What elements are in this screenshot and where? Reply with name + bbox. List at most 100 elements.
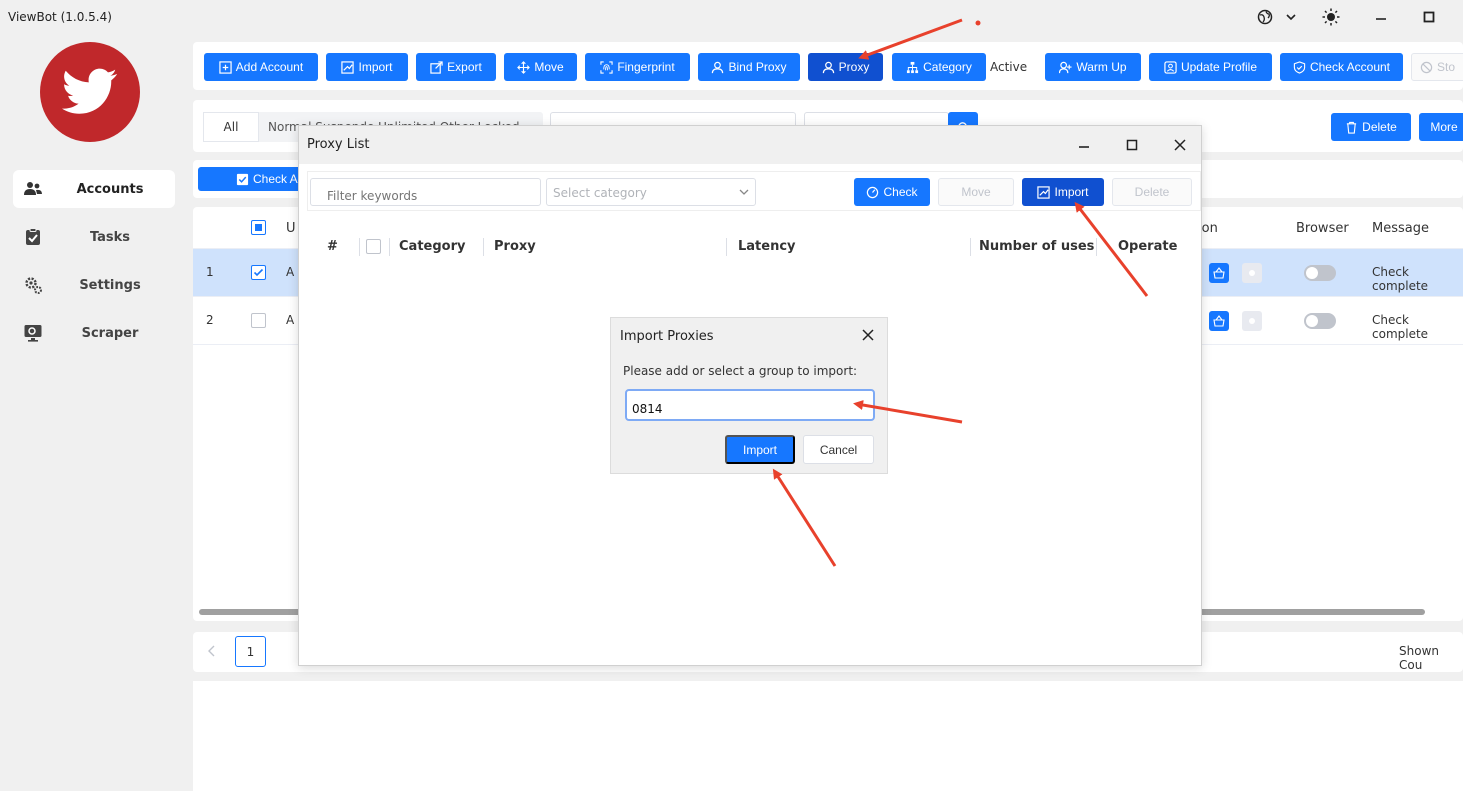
sidebar-item-label: Scraper [81, 325, 139, 341]
proxy-table-header: # Category Proxy Latency Number of uses … [307, 228, 1201, 266]
dialog-title: Import Proxies [620, 329, 714, 344]
sidebar-item-accounts[interactable]: Accounts [13, 170, 175, 208]
segment-all[interactable]: All [203, 112, 259, 142]
user-icon [822, 61, 834, 73]
browser-toggle[interactable] [1304, 265, 1336, 281]
row-index: 1 [206, 265, 214, 279]
column-divider [359, 238, 360, 256]
column-header-message: Message [1372, 221, 1429, 236]
proxy-toolbar: Select category Check Move Import Delete [307, 171, 1201, 211]
plus-square-icon [219, 60, 232, 74]
app-title: ViewBot (1.0.5.4) [8, 10, 112, 24]
export-button[interactable]: Export [416, 53, 496, 81]
close-icon[interactable] [1170, 136, 1190, 154]
column-header-index: # [327, 239, 338, 254]
shown-count-label: Shown Cou [1399, 644, 1439, 672]
sidebar-item-scraper[interactable]: Scraper [13, 314, 175, 352]
sidebar-item-label: Accounts [76, 181, 144, 197]
chevron-down-icon[interactable] [1280, 7, 1302, 27]
row-name: A [286, 265, 295, 279]
row-message: Check complete [1372, 265, 1429, 293]
ban-icon [1420, 61, 1433, 73]
sidebar-item-label: Settings [79, 277, 141, 293]
proxy-check-button[interactable]: Check [854, 178, 930, 206]
move-button[interactable]: Move [504, 53, 577, 81]
column-divider [970, 238, 971, 256]
settings-small-icon[interactable] [1242, 311, 1262, 331]
proxy-window-title: Proxy List [307, 137, 370, 152]
trash-icon [1347, 121, 1357, 134]
proxy-delete-button[interactable]: Delete [1112, 178, 1192, 206]
basket-icon[interactable] [1209, 311, 1229, 331]
maximize-icon[interactable] [1122, 136, 1142, 154]
proxy-import-button[interactable]: Import [1022, 178, 1104, 206]
column-header-latency: Latency [738, 239, 796, 254]
sitemap-icon [907, 61, 919, 73]
column-header-operate: Operate [1118, 239, 1178, 254]
export-icon [430, 60, 443, 74]
proxy-button[interactable]: Proxy [808, 53, 883, 81]
column-header-uses: Number of uses [979, 239, 1095, 254]
dialog-import-button[interactable]: Import [725, 435, 795, 464]
column-divider [389, 238, 390, 256]
update-profile-button[interactable]: Update Profile [1149, 53, 1272, 81]
fingerprint-button[interactable]: Fingerprint [585, 53, 690, 81]
page-number[interactable]: 1 [235, 636, 266, 667]
move-arrows-icon [517, 60, 531, 74]
row-message: Check complete [1372, 313, 1429, 341]
add-account-button[interactable]: Add Account [204, 53, 318, 81]
gauge-icon [867, 186, 879, 198]
import-icon [341, 60, 355, 74]
close-icon[interactable] [861, 328, 877, 344]
active-label: Active [990, 60, 1028, 74]
warm-up-button[interactable]: Warm Up [1045, 53, 1141, 81]
sun-icon[interactable] [1320, 7, 1342, 27]
column-header-user: U [286, 221, 296, 236]
check-account-button[interactable]: Check Account [1280, 53, 1403, 81]
row-name: A [286, 313, 295, 327]
minimize-icon[interactable] [1370, 7, 1392, 27]
fingerprint-icon [600, 60, 613, 74]
import-icon [1037, 185, 1051, 199]
dialog-cancel-button[interactable]: Cancel [803, 435, 874, 464]
row-checkbox[interactable] [251, 313, 266, 328]
settings-small-icon[interactable] [1242, 263, 1262, 283]
import-button[interactable]: Import [326, 53, 408, 81]
bind-proxy-button[interactable]: Bind Proxy [698, 53, 800, 81]
stop-button[interactable]: Sto [1411, 53, 1463, 81]
user-icon [712, 61, 724, 73]
chevron-left-icon[interactable] [207, 644, 217, 661]
proxy-move-button[interactable]: Move [938, 178, 1014, 206]
log-panel [193, 681, 1463, 791]
chevron-down-icon [739, 189, 749, 195]
browser-toggle[interactable] [1304, 313, 1336, 329]
sidebar-item-tasks[interactable]: Tasks [13, 218, 175, 256]
sidebar-item-settings[interactable]: Settings [13, 266, 175, 304]
title-bar: ViewBot (1.0.5.4) [0, 0, 1463, 34]
row-checkbox[interactable] [251, 265, 266, 280]
column-header-browser: Browser [1296, 221, 1349, 236]
proxy-window-titlebar: Proxy List [299, 126, 1201, 164]
minimize-icon[interactable] [1074, 136, 1094, 154]
column-divider [726, 238, 727, 256]
category-select[interactable]: Select category [546, 178, 756, 206]
more-button[interactable]: More [1419, 113, 1463, 141]
main-toolbar: Add Account Import Export Move Fingerpri… [193, 42, 1463, 90]
group-name-input[interactable] [625, 389, 875, 421]
select-all-checkbox[interactable] [366, 239, 381, 254]
globe-icon[interactable] [1254, 7, 1276, 27]
shield-check-icon [1293, 60, 1306, 74]
delete-button[interactable]: Delete [1331, 113, 1411, 141]
column-divider [1096, 238, 1097, 256]
category-button[interactable]: Category [892, 53, 986, 81]
filter-keywords-input[interactable] [310, 178, 541, 206]
app-logo [40, 42, 140, 142]
sidebar: Accounts Tasks Settings Scraper [0, 34, 188, 791]
sidebar-item-label: Tasks [89, 229, 131, 245]
select-all-checkbox[interactable] [251, 220, 266, 235]
checkbox-icon [236, 173, 249, 185]
basket-icon[interactable] [1209, 263, 1229, 283]
column-divider [483, 238, 484, 256]
maximize-icon[interactable] [1418, 7, 1440, 27]
row-index: 2 [206, 313, 214, 327]
